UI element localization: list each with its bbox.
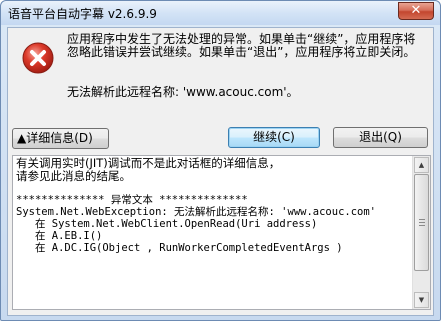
thumb-grip xyxy=(419,219,425,220)
scroll-thumb[interactable] xyxy=(414,174,429,271)
error-dialog-window: 语音平台自动字幕 v2.6.9.9 ✕ 应用程序中发生了无法处理的异常。如果单击… xyxy=(0,0,441,321)
exception-summary: 无法解析此远程名称: 'www.acouc.com'。 xyxy=(67,85,299,99)
details-line-2: 请参见此消息的结尾。 xyxy=(16,168,131,183)
details-line-6: 在 A.EB.I() xyxy=(16,229,103,242)
error-icon xyxy=(22,42,54,74)
details-line-3: ************** 异常文本 ************** xyxy=(16,194,248,207)
close-button[interactable]: ✕ xyxy=(398,2,434,20)
details-line-4: System.Net.WebException: 无法解析此远程名称: 'www… xyxy=(16,206,377,219)
details-line-5: 在 System.Net.WebClient.OpenRead(Uri addr… xyxy=(16,217,318,230)
dialog-client-area: 应用程序中发生了无法处理的异常。如果单击“继续”，应用程序将忽略此错误并尝试继续… xyxy=(7,27,434,316)
details-text: 有关调用实时(JIT)调试而不是此对话框的详细信息， 请参见此消息的结尾。 **… xyxy=(16,157,411,254)
vertical-scrollbar[interactable]: ▲ ▼ xyxy=(412,156,430,309)
scroll-down-icon[interactable]: ▼ xyxy=(414,292,429,308)
window-title: 语音平台自动字幕 v2.6.9.9 xyxy=(8,7,157,21)
details-button[interactable]: ▲详细信息(D) xyxy=(12,128,109,149)
title-bar[interactable]: 语音平台自动字幕 v2.6.9.9 ✕ xyxy=(1,1,440,25)
close-icon: ✕ xyxy=(410,3,422,18)
error-message: 应用程序中发生了无法处理的异常。如果单击“继续”，应用程序将忽略此错误并尝试继续… xyxy=(67,32,416,59)
thumb-grip xyxy=(419,225,425,226)
continue-button[interactable]: 继续(C) xyxy=(228,127,320,148)
quit-button[interactable]: 退出(Q) xyxy=(333,127,428,148)
scroll-up-icon[interactable]: ▲ xyxy=(414,157,429,173)
details-line-7: 在 A.DC.IG(Object , RunWorkerCompletedEve… xyxy=(16,241,343,254)
thumb-grip xyxy=(419,222,425,223)
details-textbox[interactable]: 有关调用实时(JIT)调试而不是此对话框的详细信息， 请参见此消息的结尾。 **… xyxy=(12,155,431,310)
